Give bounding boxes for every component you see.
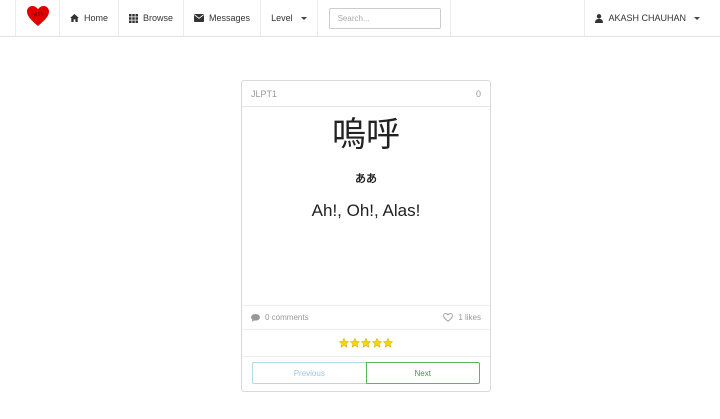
flashcard: JLPT1 0 嗚呼 ああ Ah!, Oh!, Alas! 0 comments…: [241, 80, 491, 392]
star-rating[interactable]: [242, 333, 490, 353]
card-count: 0: [475, 88, 481, 99]
nav-messages-label: Messages: [209, 13, 251, 23]
user-menu[interactable]: AKASH CHAUHAN: [584, 0, 710, 36]
previous-button[interactable]: Previous: [252, 362, 367, 384]
heart-outline-icon: [443, 313, 454, 322]
like-button[interactable]: 1 likes: [443, 313, 481, 322]
card-reading: ああ: [355, 172, 377, 185]
envelope-icon: [194, 14, 205, 22]
nav-left: Home Browse Messages Level: [15, 0, 451, 36]
search-form: [318, 0, 451, 36]
comments-count: 0 comments: [265, 313, 309, 322]
caret-down-icon: [300, 16, 307, 20]
grid-icon: [129, 13, 139, 23]
nav-home[interactable]: Home: [60, 0, 120, 36]
user-icon: [595, 13, 604, 23]
card-meaning: Ah!, Oh!, Alas!: [311, 201, 421, 220]
nav-home-label: Home: [84, 13, 109, 23]
nav-level-dropdown[interactable]: Level: [261, 0, 318, 36]
nav-browse-label: Browse: [143, 13, 174, 23]
nav-level-label: Level: [271, 13, 293, 23]
next-button[interactable]: Next: [365, 362, 480, 384]
comments-link[interactable]: 0 comments: [251, 313, 309, 322]
star-icon[interactable]: [372, 338, 382, 348]
comment-icon: [251, 313, 260, 322]
home-icon: [70, 14, 79, 22]
card-stats: 0 comments 1 likes: [242, 305, 490, 330]
card-kanji: 嗚呼: [332, 115, 400, 155]
nav-messages[interactable]: Messages: [184, 0, 262, 36]
card-footer: Previous Next: [242, 356, 490, 389]
caret-down-icon: [694, 16, 700, 20]
star-icon[interactable]: [383, 338, 393, 348]
card-level: JLPT1: [251, 88, 278, 99]
card-header: JLPT1 0: [242, 81, 490, 107]
star-icon[interactable]: [361, 338, 371, 348]
navbar: Home Browse Messages Level Search... AKA…: [0, 0, 720, 37]
brand-logo[interactable]: [15, 0, 60, 36]
user-name: AKASH CHAUHAN: [608, 13, 686, 23]
nav-browse[interactable]: Browse: [119, 0, 185, 36]
search-input[interactable]: [328, 7, 441, 29]
likes-count: 1 likes: [458, 313, 481, 322]
heart-logo-icon: [26, 5, 50, 32]
star-icon[interactable]: [350, 338, 360, 348]
star-icon[interactable]: [339, 338, 349, 348]
